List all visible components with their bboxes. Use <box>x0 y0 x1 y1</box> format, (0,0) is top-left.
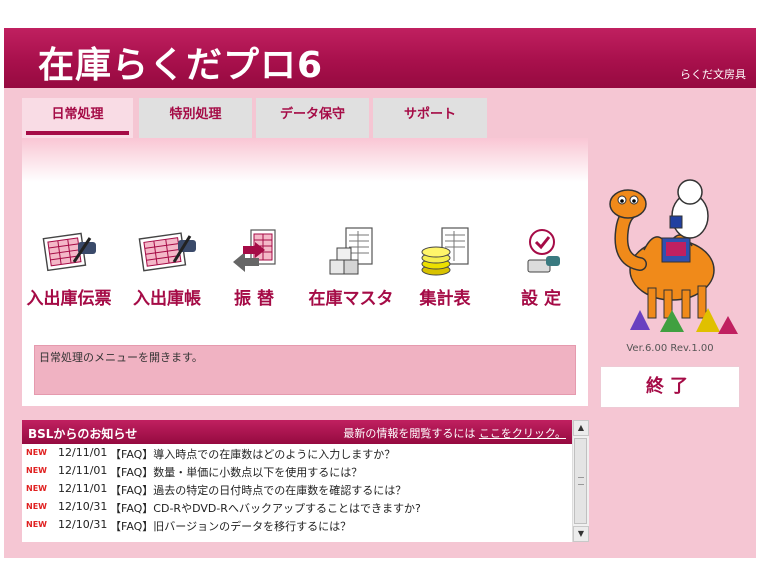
new-badge: NEW <box>26 520 47 529</box>
news-title: BSLからのお知らせ <box>28 427 138 441</box>
news-item[interactable]: NEW 12/11/01 【FAQ】導入時点での在庫数はどのように入力しますか？ <box>22 444 572 462</box>
menu-item-summary[interactable]: 集計表 <box>398 226 492 318</box>
news-panel: BSLからのお知らせ 最新の情報を閲覧するには ここをクリック。 NEW 12/… <box>22 420 589 542</box>
tab-label: 特別処理 <box>169 107 222 122</box>
news-item[interactable]: NEW 12/10/31 【FAQ】旧バージョンのデータを移行するには？ <box>22 516 572 534</box>
news-date: 12/11/01 <box>58 482 108 495</box>
tab-label: サポート <box>403 107 456 122</box>
new-badge: NEW <box>26 502 47 511</box>
menu-item-io-ledger[interactable]: 入出庫帳 <box>120 226 214 318</box>
ledger-pen-icon <box>138 232 196 272</box>
new-badge: NEW <box>26 448 47 457</box>
news-date: 12/10/31 <box>58 518 108 531</box>
news-text: 【FAQ】導入時点での在庫数はどのように入力しますか？ <box>110 448 396 461</box>
slip-pen-icon <box>42 232 96 272</box>
new-badge: NEW <box>26 466 47 475</box>
new-badge: NEW <box>26 484 47 493</box>
news-item[interactable]: NEW 12/11/01 【FAQ】過去の特定の日付時点での在庫数を確認するには… <box>22 480 572 498</box>
transfer-icon <box>233 229 276 272</box>
scroll-thumb[interactable] <box>574 438 587 524</box>
menu-panel: 入出庫伝票 入出庫帳 振 替 在庫マスタ 集計表 設 定 日常処理のメニューを開… <box>22 138 588 406</box>
tab-daily[interactable]: 日常処理 <box>22 98 133 138</box>
news-scrollbar[interactable]: ▲ ▼ <box>572 420 589 542</box>
news-date: 12/11/01 <box>58 464 108 477</box>
menu-label: 入出庫伝票 <box>26 289 112 309</box>
scroll-down-icon[interactable]: ▼ <box>573 526 589 542</box>
menu-item-stock-master[interactable]: 在庫マスタ <box>304 226 398 318</box>
menu-label: 設 定 <box>521 289 561 309</box>
grip-icon <box>578 477 584 485</box>
news-prompt-group: 最新の情報を閲覧するには ここをクリック。 <box>343 425 566 441</box>
news-text: 【FAQ】過去の特定の日付時点での在庫数を確認するには？ <box>110 484 407 497</box>
tab-label: 日常処理 <box>51 107 104 122</box>
tab-label: データ保守 <box>279 107 345 122</box>
news-prompt: 最新の情報を閲覧するには <box>343 427 476 440</box>
exit-button[interactable]: 終了 <box>600 366 740 408</box>
news-click-link[interactable]: ここをクリック。 <box>479 427 566 440</box>
menu-panel-band <box>22 138 588 182</box>
news-text: 【FAQ】CD-RやDVD-Rへバックアップすることはできますか? <box>110 502 421 515</box>
menu-label: 在庫マスタ <box>308 289 394 309</box>
camel-mascot-icon <box>600 170 750 340</box>
tab-special[interactable]: 特別処理 <box>139 98 252 138</box>
menu-item-io-slip[interactable]: 入出庫伝票 <box>22 226 116 318</box>
settings-check-icon <box>527 229 560 273</box>
news-date: 12/11/01 <box>58 446 108 459</box>
tab-data-maintenance[interactable]: データ保守 <box>256 98 369 138</box>
company-name: らくだ文房具 <box>680 68 746 81</box>
coins-sheet-icon <box>421 227 469 276</box>
menu-item-transfer[interactable]: 振 替 <box>207 226 301 318</box>
menu-label: 集計表 <box>419 289 471 309</box>
menu-description: 日常処理のメニューを開きます。 <box>34 345 576 395</box>
news-header: BSLからのお知らせ 最新の情報を閲覧するには ここをクリック。 <box>22 420 572 444</box>
menu-item-settings[interactable]: 設 定 <box>494 226 588 318</box>
menu-label: 入出庫帳 <box>133 289 201 309</box>
tab-support[interactable]: サポート <box>373 98 487 138</box>
menu-label: 振 替 <box>234 289 274 309</box>
news-date: 12/10/31 <box>58 500 108 513</box>
news-text: 【FAQ】数量・単価に小数点以下を使用するには？ <box>110 466 363 479</box>
news-list: NEW 12/11/01 【FAQ】導入時点での在庫数はどのように入力しますか？… <box>22 444 572 534</box>
app-header: 在庫らくだプロ6 らくだ文房具 <box>4 28 756 88</box>
version-label: Ver.6.00 Rev.1.00 <box>626 343 714 354</box>
scroll-up-icon[interactable]: ▲ <box>573 420 589 436</box>
news-text: 【FAQ】旧バージョンのデータを移行するには？ <box>110 520 352 533</box>
news-item[interactable]: NEW 12/10/31 【FAQ】CD-RやDVD-Rへバックアップすることは… <box>22 498 572 516</box>
app-title: 在庫らくだプロ6 <box>38 45 324 86</box>
active-tab-indicator <box>26 131 129 135</box>
stock-boxes-icon <box>329 227 373 275</box>
news-item[interactable]: NEW 12/11/01 【FAQ】数量・単価に小数点以下を使用するには？ <box>22 462 572 480</box>
